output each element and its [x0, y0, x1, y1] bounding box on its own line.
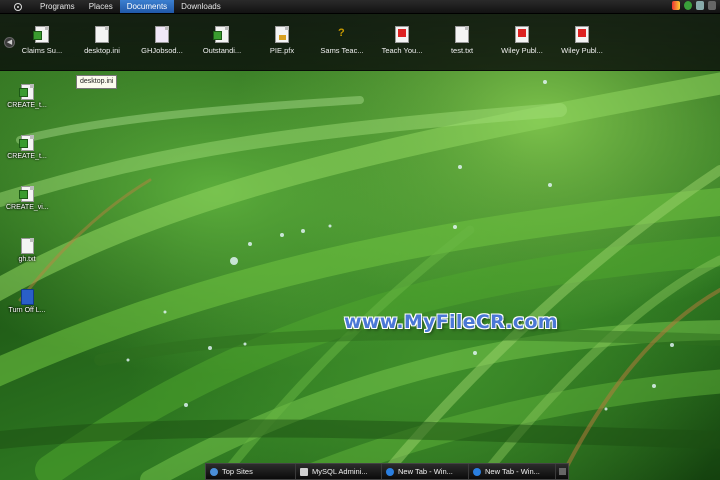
document-item[interactable]: Claims Su... — [14, 26, 70, 55]
taskbar-button-label: MySQL Admini... — [312, 467, 368, 476]
desktop-icon-label: CREATE_t... — [7, 153, 47, 160]
ie-icon — [473, 467, 481, 476]
help-file-icon — [335, 26, 349, 43]
pdf-icon — [515, 26, 529, 43]
text-file-icon — [455, 26, 469, 43]
document-item[interactable]: Wiley Publ... — [494, 26, 550, 55]
desktop-icon[interactable]: Turn Off L... — [6, 289, 48, 314]
document-label: test.txt — [450, 46, 474, 55]
menu-item-downloads[interactable]: Downloads — [174, 0, 228, 13]
document-label: Wiley Publ... — [501, 46, 543, 55]
menu-item-programs[interactable]: Programs — [33, 0, 82, 13]
desktop-icon[interactable]: CREATE_t... — [6, 135, 48, 160]
taskbar-button-label: New Tab - Win... — [398, 467, 453, 476]
document-item[interactable]: Wiley Publ... — [554, 26, 610, 55]
document-label: GHJobsod... — [141, 46, 183, 55]
grass-blades — [0, 72, 720, 480]
desktop-wallpaper — [0, 0, 720, 480]
chevron-icon[interactable] — [708, 1, 716, 10]
network-icon[interactable] — [684, 1, 692, 10]
user-icon[interactable] — [696, 1, 704, 10]
system-tray — [672, 1, 716, 10]
document-label: Outstandi... — [202, 46, 242, 55]
document-label: Sams Teac... — [320, 46, 364, 55]
taskbar-button-mysql[interactable]: MySQL Admini... — [296, 464, 382, 479]
taskbar: Top Sites MySQL Admini... New Tab - Win.… — [205, 463, 569, 480]
browser-icon — [210, 467, 218, 476]
document-label: Claims Su... — [21, 46, 63, 55]
menu-item-places[interactable]: Places — [82, 0, 120, 13]
document-item[interactable]: Sams Teac... — [314, 26, 370, 55]
ie-icon — [386, 467, 394, 476]
documents-strip: ◀ Claims Su... desktop.ini GHJobsod... O… — [0, 14, 720, 71]
document-item[interactable]: GHJobsod... — [134, 26, 190, 55]
spreadsheet-icon — [213, 26, 229, 43]
desktop-icon-label: Turn Off L... — [8, 307, 46, 314]
text-file-icon — [20, 238, 34, 254]
desktop-icon-label: CREATE_t... — [7, 102, 47, 109]
document-item[interactable]: Teach You... — [374, 26, 430, 55]
document-item[interactable]: Outstandi... — [194, 26, 250, 55]
monitor-icon — [20, 289, 34, 305]
taskbar-button-label: New Tab - Win... — [485, 467, 540, 476]
document-item[interactable]: PIE.pfx — [254, 26, 310, 55]
spreadsheet-icon — [33, 26, 49, 43]
show-desktop-button[interactable] — [556, 464, 568, 479]
watermark: www.MyFileCR.com — [344, 311, 558, 333]
flag-icon[interactable] — [672, 1, 680, 10]
document-label: Teach You... — [381, 46, 423, 55]
pdf-icon — [575, 26, 589, 43]
certificate-icon — [275, 26, 289, 43]
spreadsheet-icon — [18, 135, 34, 151]
tooltip: desktop.ini — [76, 75, 118, 89]
taskbar-button-label: Top Sites — [222, 467, 253, 476]
spreadsheet-icon — [18, 84, 34, 100]
start-orb-icon[interactable] — [11, 1, 25, 12]
document-label: Wiley Publ... — [561, 46, 603, 55]
document-icon — [155, 26, 169, 43]
settings-file-icon — [95, 26, 109, 43]
desktop-icon[interactable]: CREATE_vi... — [6, 186, 49, 211]
taskbar-button-top-sites[interactable]: Top Sites — [206, 464, 296, 479]
spreadsheet-icon — [18, 186, 34, 202]
desktop-icon-label: gh.txt — [18, 256, 36, 263]
document-item[interactable]: test.txt — [434, 26, 490, 55]
square-icon — [558, 468, 566, 475]
document-label: desktop.ini — [84, 46, 120, 55]
taskbar-button-new-tab-1[interactable]: New Tab - Win... — [382, 464, 469, 479]
desktop-icon[interactable]: gh.txt — [6, 238, 48, 263]
mysql-icon — [300, 467, 308, 476]
menu-item-documents[interactable]: Documents — [119, 0, 175, 13]
desktop-icon-label: CREATE_vi... — [6, 204, 49, 211]
document-label: PIE.pfx — [269, 46, 295, 55]
desktop-icon[interactable]: CREATE_t... — [6, 84, 48, 109]
taskbar-button-new-tab-2[interactable]: New Tab - Win... — [469, 464, 556, 479]
top-menubar: Programs Places Documents Downloads — [0, 0, 720, 14]
document-item[interactable]: desktop.ini — [74, 26, 130, 55]
pdf-icon — [395, 26, 409, 43]
